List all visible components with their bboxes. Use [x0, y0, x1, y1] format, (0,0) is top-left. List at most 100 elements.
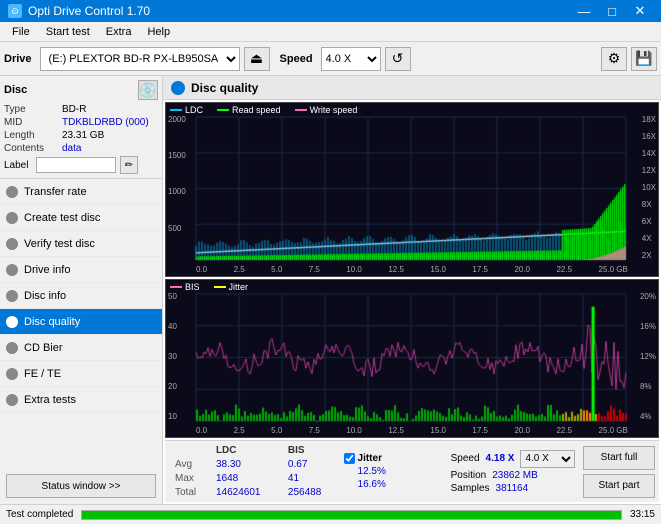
disc-section: Disc 💿 Type BD-R MID TDKBLDRBD (000) Len…: [0, 76, 162, 179]
legend-read-speed: Read speed: [217, 105, 281, 115]
write-speed-legend-label: Write speed: [310, 105, 358, 115]
app-title: Opti Drive Control 1.70: [28, 4, 150, 18]
verify-test-disc-label: Verify test disc: [24, 238, 95, 250]
stats-total-label: Total: [169, 486, 206, 500]
create-test-disc-label: Create test disc: [24, 212, 100, 224]
minimize-button[interactable]: —: [571, 1, 597, 21]
disc-type-value: BD-R: [62, 104, 158, 115]
samples-value: 381164: [496, 483, 529, 494]
sidebar-item-create-test-disc[interactable]: Create test disc: [0, 205, 162, 231]
lower-y-left-axis: 50 40 30 20 10: [168, 292, 177, 421]
title-bar: ⊙ Opti Drive Control 1.70 — □ ✕: [0, 0, 661, 22]
speed-select[interactable]: 4.0 X: [321, 47, 381, 71]
disc-label-input[interactable]: [36, 157, 116, 173]
position-row: Position 23862 MB: [451, 470, 577, 481]
disc-length-label: Length: [4, 130, 62, 141]
jitter-legend-label: Jitter: [229, 282, 249, 292]
disc-icon[interactable]: 💿: [138, 80, 158, 100]
transfer-rate-icon: [6, 186, 18, 198]
disc-quality-label: Disc quality: [24, 316, 80, 328]
disc-length-value: 23.31 GB: [62, 130, 158, 141]
stats-row-avg: Avg 38.30 0.67: [169, 457, 338, 471]
read-speed-legend-color: [217, 109, 229, 111]
speed-target-select[interactable]: 4.0 X: [520, 450, 575, 468]
disc-header-text: Disc: [4, 84, 27, 96]
stats-row-max: Max 1648 41: [169, 472, 338, 486]
refresh-button[interactable]: ↺: [385, 47, 411, 71]
samples-row: Samples 381164: [451, 483, 577, 494]
stats-avg-bis: 0.67: [278, 457, 338, 471]
extra-tests-label: Extra tests: [24, 394, 76, 406]
transfer-rate-label: Transfer rate: [24, 186, 87, 198]
sidebar-item-verify-test-disc[interactable]: Verify test disc: [0, 231, 162, 257]
upper-y-left-axis: 2000 1500 1000 500: [168, 115, 186, 260]
stats-header-bis: BIS: [278, 443, 338, 457]
title-bar-left: ⊙ Opti Drive Control 1.70: [8, 4, 150, 18]
jitter-max: 16.6%: [344, 479, 445, 490]
drive-label: Drive: [4, 53, 32, 65]
sidebar-item-disc-quality[interactable]: Disc quality: [0, 309, 162, 335]
sidebar-item-fe-te[interactable]: FE / TE: [0, 361, 162, 387]
sidebar-item-cd-bier[interactable]: CD Bier: [0, 335, 162, 361]
disc-mid-row: MID TDKBLDRBD (000): [4, 117, 158, 128]
disc-info-icon: [6, 290, 18, 302]
verify-test-disc-icon: [6, 238, 18, 250]
options-button[interactable]: ⚙: [601, 47, 627, 71]
disc-quality-icon: [6, 316, 18, 328]
progress-fill: [82, 511, 621, 519]
progress-bar-container: [81, 510, 622, 520]
drive-select[interactable]: (E:) PLEXTOR BD-R PX-LB950SA 1.06: [40, 47, 240, 71]
legend-ldc: LDC: [170, 105, 203, 115]
bis-legend-label: BIS: [185, 282, 200, 292]
status-window-button[interactable]: Status window >>: [6, 474, 156, 498]
time-display: 33:15: [630, 509, 655, 520]
bis-legend-color: [170, 286, 182, 288]
menu-file[interactable]: File: [4, 24, 38, 40]
lower-y-right-axis: 20% 16% 12% 8% 4%: [640, 292, 656, 421]
jitter-section: Jitter 12.5% 16.6%: [344, 443, 445, 500]
eject-button[interactable]: ⏏: [244, 47, 270, 71]
stats-total-bis: 256488: [278, 486, 338, 500]
menu-help[interactable]: Help: [139, 24, 178, 40]
upper-x-axis: 0.0 2.5 5.0 7.5 10.0 12.5 15.0 17.5 20.0…: [196, 265, 628, 274]
nav-items: Transfer rate Create test disc Verify te…: [0, 179, 162, 413]
sidebar-item-extra-tests[interactable]: Extra tests: [0, 387, 162, 413]
samples-label: Samples: [451, 483, 490, 494]
start-full-button[interactable]: Start full: [583, 446, 655, 470]
main-layout: Disc 💿 Type BD-R MID TDKBLDRBD (000) Len…: [0, 76, 661, 504]
extra-tests-icon: [6, 394, 18, 406]
disc-mid-label: MID: [4, 117, 62, 128]
save-button[interactable]: 💾: [631, 47, 657, 71]
speed-label: Speed: [451, 453, 480, 464]
stats-max-ldc: 1648: [206, 472, 278, 486]
disc-label-row: Label ✏: [4, 156, 158, 174]
sidebar-item-disc-info[interactable]: Disc info: [0, 283, 162, 309]
start-part-button[interactable]: Start part: [583, 474, 655, 498]
lower-chart-canvas: [166, 280, 658, 437]
content-header: Disc quality: [163, 76, 661, 100]
drive-info-label: Drive info: [24, 264, 70, 276]
sidebar-item-transfer-rate[interactable]: Transfer rate: [0, 179, 162, 205]
action-buttons: Start full Start part: [583, 443, 655, 500]
legend-jitter: Jitter: [214, 282, 249, 292]
close-button[interactable]: ✕: [627, 1, 653, 21]
stats-row: LDC BIS Avg 38.30 0.67 Max 1648 41 Tot: [165, 440, 659, 502]
sidebar-item-drive-info[interactable]: Drive info: [0, 257, 162, 283]
position-label: Position: [451, 470, 487, 481]
jitter-label: Jitter: [358, 453, 382, 464]
speed-current-row: Speed 4.18 X 4.0 X: [451, 450, 577, 468]
jitter-checkbox[interactable]: [344, 453, 355, 464]
disc-info-label: Disc info: [24, 290, 66, 302]
disc-label-button[interactable]: ✏: [120, 156, 138, 174]
stats-max-label: Max: [169, 472, 206, 486]
speed-label: Speed: [280, 53, 313, 65]
maximize-button[interactable]: □: [599, 1, 625, 21]
jitter-header: Jitter: [344, 453, 445, 464]
charts-container: LDC Read speed Write speed 18X 16X: [163, 100, 661, 504]
read-speed-legend-label: Read speed: [232, 105, 281, 115]
menu-start-test[interactable]: Start test: [38, 24, 98, 40]
stats-row-total: Total 14624601 256488: [169, 486, 338, 500]
disc-mid-value: TDKBLDRBD (000): [62, 117, 158, 128]
jitter-legend-color: [214, 286, 226, 288]
menu-extra[interactable]: Extra: [98, 24, 140, 40]
